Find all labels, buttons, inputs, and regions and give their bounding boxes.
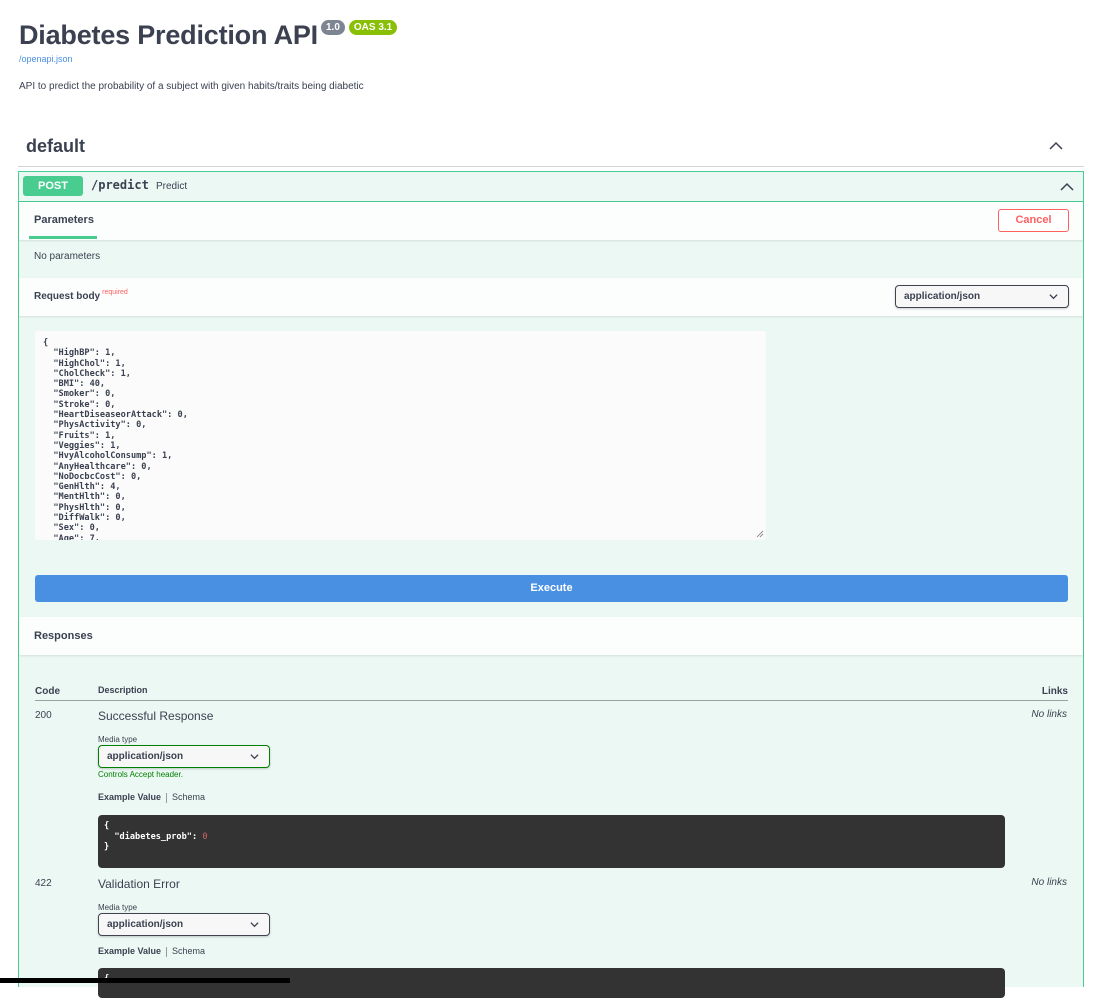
request-body-label: Request body required [34,289,128,302]
request-body-editor[interactable]: { "HighBP": 1, "HighChol": 1, "CholCheck… [35,331,766,540]
tag-title: default [26,136,86,156]
version-badge: 1.0 [320,20,345,35]
chevron-up-icon[interactable] [1059,179,1075,195]
operation-post-predict: POST /predict Predict Parameters Cancel … [18,171,1084,998]
parameters-header: Parameters Cancel [19,202,1083,240]
execute-button[interactable]: Execute [35,575,1068,602]
api-description: API to predict the probability of a subj… [19,81,364,92]
controls-accept-note: Controls Accept header. [98,770,183,779]
tab-schema[interactable]: Schema [172,946,205,956]
openapi-json-link[interactable]: /openapi.json [19,54,397,64]
request-body-header: Request body required application/json [19,278,1083,316]
bottom-bar [0,978,290,983]
tab-example-value[interactable]: Example Value [98,792,161,802]
example-value-block: { [98,968,1005,998]
responses-header: Responses [19,617,1083,655]
required-marker: required [102,289,128,296]
tab-divider [166,792,168,803]
tag-section-default[interactable]: default [18,130,1084,167]
media-type-label: Media type [98,735,138,744]
page-title: Diabetes Prediction API [19,20,318,50]
example-value-block: { "diabetes_prob": 0 } [98,815,1005,868]
tab-example-value[interactable]: Example Value [98,946,161,956]
media-type-value: application/json [107,751,184,762]
method-badge: POST [23,176,83,196]
chevron-up-icon[interactable] [1048,138,1064,154]
chevron-down-icon [250,754,259,760]
column-links: Links [1041,686,1068,697]
tab-schema[interactable]: Schema [172,792,205,802]
responses-table-header: Code Description Links [35,679,1068,701]
response-description: Validation Error [98,877,180,891]
response-links: No links [1031,877,1067,888]
response-description: Successful Response [98,709,214,723]
example-tabs: Example Value Schema [98,946,205,957]
tab-active-indicator [29,236,97,239]
request-body-text[interactable]: { "HighBP": 1, "HighChol": 1, "CholCheck… [35,331,766,540]
media-type-select[interactable]: application/json [98,745,270,768]
api-header: Diabetes Prediction API 1.0 OAS 3.1 /ope… [19,16,398,64]
media-type-value: application/json [107,919,184,930]
no-parameters-text: No parameters [34,251,101,262]
response-code: 200 [35,710,52,721]
column-code: Code [35,686,60,697]
tab-parameters[interactable]: Parameters [34,214,94,226]
response-links: No links [1031,709,1067,720]
operation-summary[interactable]: POST /predict Predict [19,172,1083,202]
responses-title: Responses [34,630,93,642]
cancel-button[interactable]: Cancel [998,209,1069,232]
example-tabs: Example Value Schema [98,792,205,803]
content-type-select[interactable]: application/json [895,285,1069,308]
content-type-value: application/json [904,291,981,302]
tab-divider [166,946,168,957]
chevron-down-icon [250,922,259,928]
chevron-down-icon [1049,294,1058,300]
operation-summary-text: Predict [156,181,188,192]
oas-badge: OAS 3.1 [348,20,398,35]
resize-handle-icon[interactable] [756,530,764,538]
response-code: 422 [35,878,52,889]
operation-path: /predict [91,178,149,192]
media-type-select[interactable]: application/json [98,913,270,936]
media-type-label: Media type [98,903,138,912]
example-json: { "diabetes_prob": 0 } [104,821,208,852]
column-description: Description [98,685,148,695]
